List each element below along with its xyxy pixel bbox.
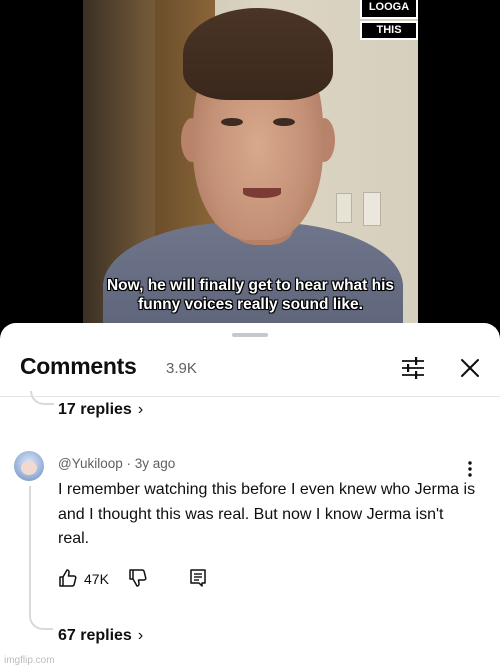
comments-title: Comments: [20, 353, 137, 379]
channel-logo: LOOGA THIS: [360, 0, 418, 40]
replies-label: 17 replies: [58, 401, 132, 418]
thumbs-down-icon[interactable]: [128, 568, 148, 588]
chevron-right-icon: ›: [137, 401, 144, 418]
close-icon[interactable]: [458, 356, 482, 380]
drag-handle[interactable]: [232, 333, 268, 337]
thread-connector: [30, 391, 54, 405]
person-hair: [183, 8, 333, 100]
screen: { "video": { "channel_logo": ["LOOGA", "…: [0, 0, 500, 669]
person-eye: [221, 118, 243, 126]
video-player[interactable]: LOOGA THIS Now, he will finally get to h…: [83, 0, 418, 332]
background-outlet: [363, 192, 381, 226]
thumbs-up-icon[interactable]: [58, 568, 78, 588]
comment-text: I remember watching this before I even k…: [58, 481, 476, 547]
comments-sheet: Comments 3.9K 17 replies › @Yukiloop · 3y…: [0, 323, 500, 669]
thread-connector: [29, 486, 31, 616]
reply-icon[interactable]: [188, 568, 208, 588]
subtitle-line-2: funny voices really sound like.: [138, 296, 363, 313]
watermark: imgflip.com: [4, 655, 55, 666]
comment-meta: @Yukiloop · 3y ago: [58, 456, 175, 471]
background-light-switch: [336, 193, 352, 223]
comments-count: 3.9K: [166, 360, 197, 377]
header-divider: [0, 396, 500, 397]
more-vert-icon[interactable]: [466, 460, 474, 478]
logo-line-2: THIS: [360, 21, 418, 40]
subtitle-line-1: Now, he will finally get to hear what hi…: [106, 277, 395, 294]
person-eye: [273, 118, 295, 126]
video-subtitle: Now, he will finally get to hear what hi…: [83, 276, 418, 314]
person-mouth: [243, 188, 281, 198]
comment-time: · 3y ago: [126, 456, 176, 471]
sliders-icon[interactable]: [400, 355, 426, 381]
comment-author[interactable]: @Yukiloop: [58, 456, 123, 471]
replies-label: 67 replies: [58, 627, 132, 644]
chevron-right-icon: ›: [137, 627, 144, 644]
like-count: 47K: [84, 571, 109, 587]
logo-line-1: LOOGA: [360, 0, 418, 19]
view-replies-button[interactable]: 67 replies ›: [58, 627, 143, 645]
avatar[interactable]: [14, 451, 44, 481]
view-replies-button[interactable]: 17 replies ›: [58, 401, 143, 419]
thread-connector: [29, 616, 53, 630]
